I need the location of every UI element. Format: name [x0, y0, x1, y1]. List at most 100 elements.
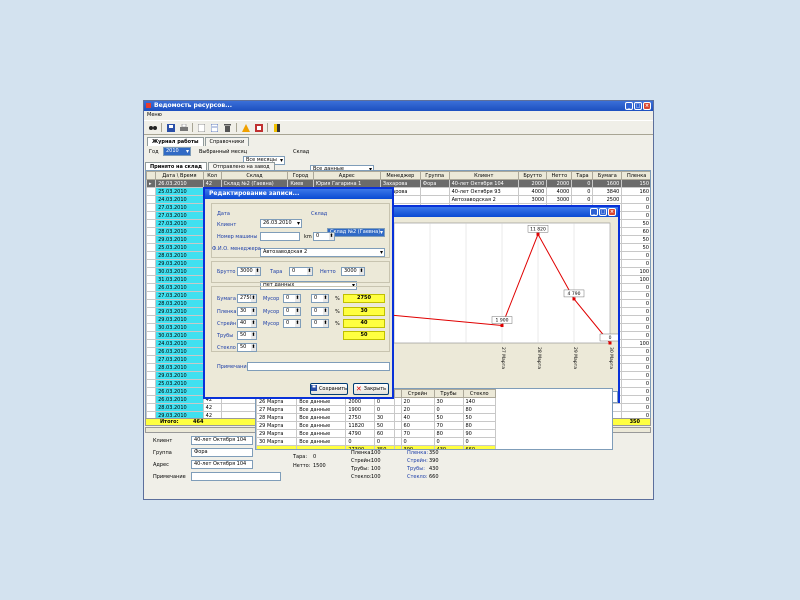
trash-stepper-2[interactable]: 0 — [283, 307, 301, 316]
film-stepper[interactable]: 30 — [237, 307, 257, 316]
strein-stepper[interactable]: 40 — [237, 319, 257, 328]
summary-cell: 50 — [373, 421, 395, 430]
glass-stepper[interactable]: 50 — [237, 343, 257, 352]
close-icon[interactable]: × — [643, 102, 651, 110]
gross-stepper[interactable]: 3000 — [237, 267, 261, 276]
summary-row[interactable]: 28 Марта Все данные 2750 30 40 50 50 — [256, 413, 496, 422]
grid-column-header[interactable]: Тара — [571, 171, 594, 180]
table-cell: 0 — [571, 187, 594, 196]
grid-column-header[interactable]: Город — [287, 171, 314, 180]
table-cell: 0 — [621, 299, 650, 308]
grid-column-header[interactable]: Склад — [220, 171, 289, 180]
trash-pct-stepper-1[interactable]: 0 — [311, 294, 329, 303]
dialog-note-field[interactable] — [247, 362, 390, 371]
table-cell: 26.03.2010 — [155, 283, 204, 292]
tab-work-log[interactable]: Журнал работы — [147, 137, 204, 146]
close-button[interactable]: ✕ Закрыть — [353, 383, 389, 395]
summary-cell: 80 — [462, 421, 496, 430]
save-button[interactable]: Сохранить — [310, 383, 348, 395]
grid-column-header[interactable]: Дата \ Время — [155, 171, 204, 180]
detail-group-field[interactable]: Фора — [191, 448, 253, 457]
detail-note-label: Примечание — [153, 474, 186, 480]
table-cell: 25.03.2010 — [155, 243, 204, 252]
maximize-icon[interactable]: □ — [634, 102, 642, 110]
x-tick-label: 29 Марта — [572, 347, 578, 369]
toolbar-separator — [192, 123, 193, 132]
date-picker[interactable]: 26.03.2010 — [260, 219, 302, 228]
print-icon[interactable] — [179, 123, 188, 132]
detail-note-field[interactable] — [191, 472, 281, 481]
chart-titlebar[interactable]: _ □ × — [392, 207, 618, 217]
table-cell: 0 — [621, 371, 650, 380]
trash-label-2: Мусор — [263, 309, 280, 315]
summary-row[interactable]: 30 Марта Все данные 0 0 0 0 0 — [256, 437, 496, 446]
dialog-titlebar[interactable]: Редактирование записи... — [205, 189, 392, 199]
grid-column-header[interactable]: Бумага — [592, 171, 623, 180]
trash-pct-stepper-2[interactable]: 0 — [311, 307, 329, 316]
summary-column-header[interactable] — [393, 389, 402, 398]
grid-column-header[interactable]: Кол — [202, 171, 222, 180]
warning-icon[interactable] — [241, 123, 250, 132]
grid-column-header[interactable]: Группа — [419, 171, 450, 180]
dialog-warehouse-select[interactable]: Склад №2 (Гаевна) — [327, 228, 385, 237]
car-number-field[interactable] — [260, 232, 300, 241]
pipes-stepper[interactable]: 50 — [237, 331, 257, 340]
table-cell: 0 — [621, 403, 650, 412]
row-indicator — [146, 259, 157, 268]
menu-item[interactable]: Меню — [147, 112, 162, 118]
km-stepper[interactable]: 0 — [313, 232, 335, 241]
tab-references[interactable]: Справочники — [204, 137, 250, 146]
summary-column-header[interactable]: Стрейн — [400, 389, 435, 398]
binoculars-icon[interactable] — [148, 123, 157, 132]
summary-total-cell: 27300 — [345, 445, 375, 449]
dialog-client-select[interactable]: Автозаводская 2 — [260, 248, 385, 257]
chart-maximize-icon[interactable]: □ — [599, 208, 607, 216]
main-titlebar[interactable]: Ведомость ресурсов... _ □ × — [144, 101, 653, 111]
gross-label: Брутто — [217, 269, 236, 275]
table-cell: 0 — [621, 323, 650, 332]
trash-pct-stepper-3[interactable]: 0 — [311, 319, 329, 328]
summary-cell: 11820 — [345, 421, 375, 430]
dialog-title: Редактирование записи... — [209, 190, 300, 197]
table-cell: 100 — [621, 267, 650, 276]
chart-plot: 1 900 11 820 4 790 0 27 Марта 28 Марта 29 Март… — [393, 222, 618, 369]
minimize-icon[interactable]: _ — [625, 102, 633, 110]
grid-column-header[interactable]: Клиент — [448, 171, 519, 180]
detail-client-field[interactable]: 40-лет Октября 104 — [191, 436, 253, 445]
detail-address-field[interactable]: 40-лет Октября 104 — [191, 460, 253, 469]
chart-minimize-icon[interactable]: _ — [590, 208, 598, 216]
grid-column-header[interactable]: Нетто — [546, 171, 573, 180]
grid-column-header[interactable]: Адрес — [312, 171, 381, 180]
chart-close-icon[interactable]: × — [608, 208, 616, 216]
row-indicator — [146, 379, 157, 388]
year-select[interactable]: 2010 — [163, 147, 191, 156]
grid-column-header[interactable]: Пленка — [621, 171, 650, 180]
table-cell: 25.03.2010 — [155, 187, 204, 196]
report-icon[interactable] — [254, 123, 263, 132]
summary-row[interactable]: 29 Марта Все данные 11820 50 60 70 80 — [256, 421, 496, 430]
delete-icon[interactable] — [223, 123, 232, 132]
row-indicator — [146, 299, 157, 308]
detail-net-label: Нетто: — [293, 463, 311, 469]
exit-icon[interactable] — [272, 123, 281, 132]
table-cell: 24.03.2010 — [155, 195, 204, 204]
tare-stepper[interactable]: 0 — [289, 267, 313, 276]
summary-row[interactable]: 29 Марта Все данные 4790 60 70 80 90 — [256, 429, 496, 438]
grid-column-header[interactable]: Брутто — [517, 171, 548, 180]
trash-stepper-1[interactable]: 0 — [283, 294, 301, 303]
grid-column-header[interactable]: Менеджер — [379, 171, 421, 180]
pipes-result: 50 — [343, 331, 385, 340]
summary-column-header[interactable]: Стекло — [462, 389, 496, 398]
summary-total-cell: 390 — [400, 445, 435, 449]
summary-row[interactable]: 27 Марта Все данные 1900 0 20 0 80 — [256, 405, 496, 414]
save-icon[interactable] — [166, 123, 175, 132]
table-cell: 150 — [621, 179, 650, 188]
net-stepper[interactable]: 3000 — [341, 267, 365, 276]
right-pipes: 430 — [429, 466, 439, 472]
trash-stepper-3[interactable]: 0 — [283, 319, 301, 328]
paper-stepper[interactable]: 2750 — [237, 294, 257, 303]
row-indicator — [146, 275, 157, 284]
edit-document-icon[interactable] — [210, 123, 219, 132]
summary-column-header[interactable]: Трубы — [433, 389, 464, 398]
new-document-icon[interactable] — [197, 123, 206, 132]
